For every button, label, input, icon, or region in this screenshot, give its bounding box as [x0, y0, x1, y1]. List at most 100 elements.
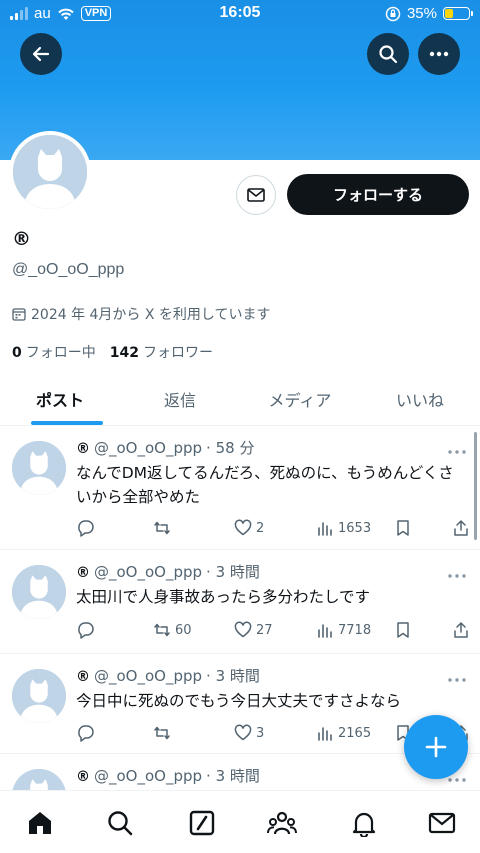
reply-button[interactable]	[76, 724, 98, 742]
default-avatar-icon	[12, 441, 66, 495]
post-text: 今日中に死ぬのでもう今日大丈夫ですさよなら	[76, 692, 402, 710]
tab-media[interactable]: メディア	[240, 372, 360, 425]
followers-link[interactable]: 142 フォロワー	[110, 342, 213, 362]
post-author-name[interactable]: ®	[76, 565, 90, 581]
mail-icon	[247, 188, 265, 202]
reply-icon	[78, 622, 94, 639]
bookmark-icon	[397, 622, 409, 638]
post-author-handle[interactable]: @_oO_oO_ppp	[94, 439, 202, 457]
follow-stats: 0 フォロー中 142 フォロワー	[12, 342, 213, 362]
post-actions: 2 1653	[76, 519, 468, 539]
views-icon	[318, 727, 332, 741]
views-icon	[318, 522, 332, 536]
tab-posts[interactable]: ポスト	[0, 372, 120, 425]
compose-button[interactable]	[404, 715, 468, 779]
battery-icon	[443, 7, 473, 20]
tab-likes[interactable]: いいね	[360, 372, 480, 425]
post-header: ® @_oO_oO_ppp · 3 時間	[76, 665, 260, 686]
post-header: ® @_oO_oO_ppp · 3 時間	[76, 765, 260, 786]
post-timestamp: · 3 時間	[206, 767, 260, 785]
nav-notifications[interactable]	[348, 807, 380, 839]
search-button[interactable]	[367, 33, 409, 75]
joined-date: 2024 年 4月から X を利用しています	[12, 304, 271, 324]
post-avatar[interactable]	[12, 565, 66, 619]
plus-icon	[425, 736, 447, 758]
post-author-name[interactable]: ®	[76, 769, 90, 785]
views-button[interactable]: 2165	[316, 724, 371, 742]
following-link[interactable]: 0 フォロー中	[12, 342, 96, 362]
post-more-button[interactable]	[448, 439, 466, 458]
follow-button[interactable]: フォローする	[287, 174, 469, 215]
post-text: なんでDM返してるんだろ、死ぬのに、もうめんどくさいから全部やめた	[76, 464, 454, 506]
views-button[interactable]: 7718	[316, 621, 371, 639]
joined-text: 2024 年 4月から X を利用しています	[31, 307, 271, 323]
calendar-icon	[12, 308, 26, 321]
reply-icon	[78, 725, 94, 742]
home-icon	[29, 812, 51, 834]
post-avatar[interactable]	[12, 441, 66, 495]
views-icon	[318, 624, 332, 638]
like-button[interactable]: 3	[234, 724, 264, 742]
search-icon	[108, 811, 133, 836]
like-button[interactable]: 27	[234, 621, 273, 639]
post-item[interactable]: ® @_oO_oO_ppp · 3 時間太田川で人身事故あったら多分わたしです 60 2…	[0, 551, 480, 654]
nav-messages[interactable]	[426, 807, 458, 839]
status-bar: au VPN 16:05 35%	[0, 0, 480, 28]
views-count: 7718	[338, 622, 372, 638]
heart-icon	[234, 724, 252, 741]
post-more-button[interactable]	[448, 563, 466, 582]
bookmark-button[interactable]	[394, 519, 412, 537]
repost-icon	[154, 726, 170, 740]
tab-replies[interactable]: 返信	[120, 372, 240, 425]
post-header: ® @_oO_oO_ppp · 3 時間	[76, 561, 260, 582]
nav-home[interactable]	[24, 807, 56, 839]
more-button[interactable]	[418, 33, 460, 75]
profile-avatar[interactable]	[9, 131, 91, 213]
bookmark-button[interactable]	[394, 621, 412, 639]
notifications-icon	[352, 812, 376, 837]
post-author-name[interactable]: ®	[76, 441, 90, 457]
bookmark-icon	[397, 520, 409, 536]
reply-button[interactable]	[76, 621, 98, 639]
more-icon	[448, 450, 466, 454]
repost-icon	[154, 521, 170, 535]
like-button[interactable]: 2	[234, 519, 264, 537]
views-button[interactable]: 1653	[316, 519, 371, 537]
post-actions: 60 27 7718	[76, 621, 468, 641]
post-item[interactable]: ® @_oO_oO_ppp · 58 分なんでDM返してるんだろ、死ぬのに、もうめん…	[0, 427, 480, 550]
repost-button[interactable]	[153, 519, 175, 537]
nav-grok[interactable]	[186, 807, 218, 839]
likes-count: 3	[256, 725, 265, 741]
nav-search[interactable]	[104, 807, 136, 839]
likes-count: 2	[256, 520, 265, 536]
post-author-handle[interactable]: @_oO_oO_ppp	[94, 767, 202, 785]
post-avatar[interactable]	[12, 669, 66, 723]
back-button[interactable]	[20, 33, 62, 75]
communities-icon	[267, 811, 297, 835]
share-button[interactable]	[452, 621, 470, 639]
scroll-indicator[interactable]	[474, 432, 477, 540]
share-icon	[454, 622, 468, 638]
share-button[interactable]	[452, 519, 470, 537]
post-timestamp: · 3 時間	[206, 563, 260, 581]
views-count: 2165	[338, 725, 372, 741]
nav-communities[interactable]	[266, 807, 298, 839]
post-author-handle[interactable]: @_oO_oO_ppp	[94, 667, 202, 685]
reply-button[interactable]	[76, 519, 98, 537]
post-text: 太田川で人身事故あったら多分わたしです	[76, 588, 371, 606]
profile-handle: @_oO_oO_ppp	[12, 261, 125, 278]
default-avatar-icon	[12, 669, 66, 723]
battery-percent: 35%	[406, 5, 437, 22]
arrow-left-icon	[32, 46, 50, 62]
reposts-count: 60	[175, 622, 192, 638]
post-author-handle[interactable]: @_oO_oO_ppp	[94, 563, 202, 581]
reply-icon	[78, 520, 94, 537]
message-button[interactable]	[236, 175, 276, 215]
heart-icon	[234, 519, 252, 536]
repost-button[interactable]	[153, 724, 175, 742]
more-icon	[448, 574, 466, 578]
repost-button[interactable]: 60	[153, 621, 192, 639]
post-more-button[interactable]	[448, 667, 466, 686]
orientation-lock-icon	[385, 6, 401, 21]
post-author-name[interactable]: ®	[76, 669, 90, 685]
